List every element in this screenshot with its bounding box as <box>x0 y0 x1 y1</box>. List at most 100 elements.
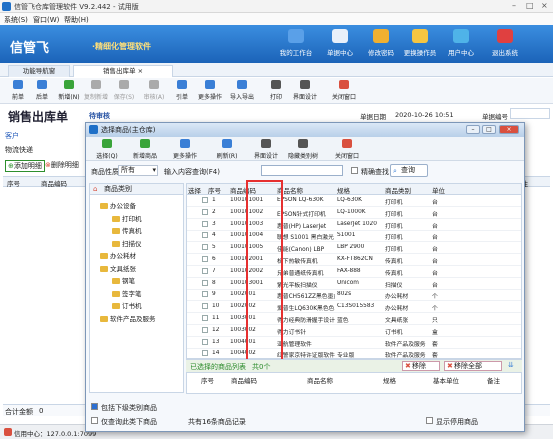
banner-item-4[interactable]: 用户中心 <box>438 29 484 57</box>
minimize-icon[interactable]: – <box>512 1 516 10</box>
banner-item-1[interactable]: 单据中心 <box>317 29 363 57</box>
table-row[interactable]: 4 100101004 联想 S1001 黑白激光 S1001 打印机台 <box>187 230 521 243</box>
table-cell: 软件产品及服务 <box>385 341 426 348</box>
row-select-checkbox[interactable] <box>202 303 208 310</box>
product-type-select[interactable]: 所有 ▾ <box>118 165 158 176</box>
maximize-icon[interactable]: □ <box>526 1 534 10</box>
product-type-label: 商品性质 <box>91 168 119 176</box>
table-row[interactable]: 8 100103001 紫光平板扫描仪 Unicom 扫描仪台 <box>187 278 521 290</box>
query-input[interactable] <box>261 165 343 176</box>
dialog-close-icon[interactable]: × <box>499 125 519 134</box>
include-sub-checkbox[interactable] <box>91 403 98 410</box>
table-row[interactable]: 2 100101002 EPSON针式打印机 LQ-1000K 打印机台 <box>187 207 521 219</box>
banner-item-5[interactable]: 退出系统 <box>482 29 528 57</box>
tab-close-icon[interactable]: × <box>138 67 143 75</box>
dialog-toolbar-button-3[interactable]: 刷新(R) <box>208 139 246 160</box>
show-disabled-checkbox[interactable] <box>426 417 433 424</box>
row-select-checkbox[interactable] <box>202 232 208 239</box>
toolbar-button-1[interactable]: 后单 <box>28 80 56 101</box>
table-cell: LQ-1000K <box>337 208 366 215</box>
add-detail-button[interactable]: ⊕添加明细 <box>5 160 45 172</box>
doc-number-field[interactable] <box>510 108 550 119</box>
dialog-minimize-icon[interactable]: – <box>466 125 480 134</box>
row-select-checkbox[interactable] <box>202 267 208 274</box>
menu-window[interactable]: 窗口(W) <box>33 15 59 25</box>
table-row[interactable]: 9 1002001 惠普CH561ZZ黑色墨盒 802s 办公耗材个 <box>187 289 521 302</box>
customer-label[interactable]: 客户 <box>5 131 19 141</box>
table-row[interactable]: 3 100101003 惠普(HP) LaserJet LaserJet 1020 打印… <box>187 219 521 231</box>
tab-sales-outbound[interactable]: 销售出库单 × <box>73 65 173 77</box>
toolbar-label: 复制新增 <box>83 94 108 101</box>
tree-node[interactable]: 扫描仪 <box>112 238 142 248</box>
row-select-checkbox[interactable] <box>202 338 208 345</box>
table-cell: C13S015583 <box>337 303 375 310</box>
table-row[interactable]: 10 1002002 爱普生LQ630K黑色色 C13S015583 办公耗材个 <box>187 301 521 314</box>
dialog-toolbar-button-0[interactable]: 选择(Q) <box>88 139 126 160</box>
dialog-maximize-icon[interactable]: □ <box>482 125 496 134</box>
table-row[interactable]: 7 100102002 兄弟普通纸传真机 FAX-888 传真机台 <box>187 266 521 278</box>
tree-node[interactable]: 软件产品及服务 <box>100 313 156 323</box>
tree-node[interactable]: 文具纸张 <box>100 263 136 273</box>
dialog-toolbar-button-2[interactable]: 更多操作 <box>166 139 204 160</box>
row-select-checkbox[interactable] <box>202 220 208 227</box>
tree-node[interactable]: 签字笔 <box>112 288 142 298</box>
row-select-checkbox[interactable] <box>202 350 208 357</box>
tree-node[interactable]: 办公耗材 <box>100 250 136 260</box>
table-cell: 11 <box>212 315 220 321</box>
banner-item-3[interactable]: 更换操作员 <box>397 29 443 57</box>
table-row[interactable]: 12 1003002 得力订书针 订书机盒 <box>187 325 521 337</box>
table-row[interactable]: 11 1003001 得力经典防滑握手设计 蓝色 文具纸张只 <box>187 313 521 325</box>
only-sub-checkbox[interactable] <box>91 417 98 424</box>
category-tree-root[interactable]: ⌂ 商品类别 <box>90 184 183 195</box>
table-cell: 盒 <box>432 329 438 336</box>
dialog-toolbar-button-1[interactable]: 新增商品 <box>126 139 164 160</box>
collapse-icon[interactable]: ⇊ <box>508 361 514 369</box>
tab-navigation[interactable]: 功能导航窗 <box>8 65 70 77</box>
row-select-checkbox[interactable] <box>202 291 208 298</box>
tree-node[interactable]: 打印机 <box>112 213 142 223</box>
toolbar-button-3[interactable]: 复制新增 <box>82 80 110 101</box>
tree-node[interactable]: 钢笔 <box>112 275 135 285</box>
row-select-checkbox[interactable] <box>202 197 208 203</box>
remove-all-button[interactable]: ✖ 移除全部 <box>444 361 502 371</box>
toolbar-button-9[interactable]: 打印 <box>262 80 290 101</box>
tree-node[interactable]: 办公设备 <box>100 200 136 210</box>
row-select-checkbox[interactable] <box>202 256 208 262</box>
table-cell: 13 <box>212 338 220 345</box>
dialog-toolbar-button-5[interactable]: 隐藏类别树 <box>284 139 322 160</box>
toolbar-label: 打印 <box>269 94 282 101</box>
row-select-checkbox[interactable] <box>202 244 208 251</box>
menu-help[interactable]: 帮助(H) <box>64 15 89 25</box>
home-icon: ⌂ <box>93 185 98 193</box>
search-button[interactable]: ⌕ 查询 <box>390 164 428 177</box>
toolbar-button-7[interactable]: 更多操作 <box>196 80 224 101</box>
banner-item-0[interactable]: 我的工作台 <box>273 29 319 57</box>
tree-node[interactable]: 订书机 <box>112 300 142 310</box>
row-select-checkbox[interactable] <box>202 326 208 333</box>
close-icon[interactable]: × <box>541 1 548 10</box>
toolbar-button-11[interactable]: 关闭窗口 <box>330 80 358 101</box>
row-select-checkbox[interactable] <box>202 208 208 215</box>
row-select-checkbox[interactable] <box>202 315 208 321</box>
tree-node[interactable]: 传真机 <box>112 225 142 235</box>
table-row[interactable]: 1 100101001 EPSON LQ-630K LQ-630K 打印机台 <box>187 195 521 207</box>
toolbar-button-6[interactable]: 引单 <box>168 80 196 101</box>
record-count: 共有16条商品记录 <box>188 418 246 426</box>
remove-button[interactable]: ✖ 移除 <box>402 361 440 371</box>
menu-system[interactable]: 系统(S) <box>4 15 28 25</box>
toolbar-button-2[interactable]: 新增(N) <box>55 80 83 101</box>
table-cell: 1 <box>212 197 216 203</box>
table-row[interactable]: 13 1004001 亚航管理软件 软件产品及服务套 <box>187 337 521 349</box>
table-row[interactable]: 5 100101005 佳能(Canon) LBP LBP 2900 打印机台 <box>187 242 521 255</box>
toolbar-button-5[interactable]: 审核(A) <box>140 80 168 101</box>
dialog-toolbar-button-6[interactable]: 关闭窗口 <box>328 139 366 160</box>
toolbar-button-4[interactable]: 保存(S) <box>110 80 138 101</box>
date-field[interactable]: 2020-10-26 10:51 <box>395 111 454 119</box>
table-row[interactable]: 6 100102001 松下热敏传真机 KX-FT862CN 传真机台 <box>187 254 521 266</box>
exact-search-checkbox[interactable] <box>351 167 358 174</box>
dialog-toolbar-button-4[interactable]: 界面设计 <box>247 139 285 160</box>
toolbar-button-10[interactable]: 界面设计 <box>291 80 319 101</box>
delete-detail-button[interactable]: ⊗删除明细 <box>45 160 79 172</box>
toolbar-button-8[interactable]: 导入导出 <box>228 80 256 101</box>
row-select-checkbox[interactable] <box>202 279 208 286</box>
